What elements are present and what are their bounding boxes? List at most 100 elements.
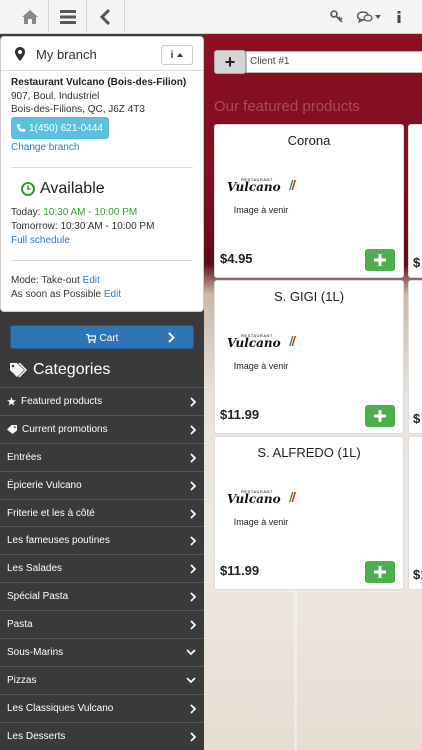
tags-icon [10, 362, 27, 378]
product-card[interactable]: S. GIGI (1L) RESTAURANT Vulcano Image à … [214, 280, 404, 434]
chat-bubbles-icon [357, 11, 373, 23]
chevron-right-icon [190, 425, 196, 435]
info-button[interactable] [392, 0, 406, 34]
shopping-cart-icon [85, 333, 96, 343]
category-pizzas[interactable]: Pizzas [0, 665, 204, 694]
today-hours: Today: 10:30 AM - 10:00 PM [11, 207, 138, 218]
restaurant-logo: RESTAURANT Vulcano [227, 489, 297, 511]
restaurant-name: Restaurant Vulcano (Bois-des-Filion) [11, 77, 187, 88]
branch-header: My branch i [1, 37, 203, 71]
home-icon [21, 10, 38, 24]
plus-icon [374, 566, 386, 578]
availability-status: Available [40, 180, 105, 197]
product-name: S. GIGI (1L) [273, 289, 345, 304]
category-salades[interactable]: Les Salades [0, 554, 204, 582]
address-line-1: 907, Boul. Industriel [11, 91, 100, 102]
edit-mode-link[interactable]: Edit [83, 275, 100, 286]
chevron-right-icon [168, 332, 175, 343]
branch-panel: My branch i Restaurant Vulcano (Bois-des… [0, 36, 204, 312]
star-icon [7, 396, 16, 406]
cart-label: Cart [99, 332, 119, 344]
chevron-right-icon [190, 732, 196, 742]
phone-icon [17, 124, 26, 132]
top-bar [0, 0, 422, 34]
category-desserts[interactable]: Les Desserts [0, 721, 204, 750]
hamburger-menu-icon [59, 10, 76, 24]
add-to-cart-button[interactable] [365, 249, 395, 271]
restaurant-logo: RESTAURANT Vulcano [227, 177, 297, 199]
tomorrow-hours: Tomorrow: 10:30 AM - 10:00 PM [11, 221, 155, 232]
category-special-pasta[interactable]: Spécial Pasta [0, 582, 204, 610]
phone-button[interactable]: 1(450) 621-0444 [11, 117, 109, 139]
chevron-left-icon [99, 9, 110, 25]
caret-down-icon [375, 15, 381, 19]
chevron-right-icon [190, 397, 196, 407]
divider [11, 260, 193, 261]
product-card-partial[interactable]: $1 [408, 436, 422, 590]
categories-list: Featured products Current promotions Ent… [0, 387, 204, 750]
main-content: + Client #1 Our featured products Corona… [204, 34, 422, 750]
divider [11, 167, 193, 168]
chat-button[interactable] [355, 0, 383, 34]
product-price: $4.95 [220, 251, 253, 266]
client-selector: + Client #1 [214, 50, 422, 74]
product-card-partial[interactable]: $ [408, 280, 422, 434]
client-input[interactable]: Client #1 [246, 51, 422, 73]
branch-title: My branch [36, 47, 97, 62]
order-mode: Mode: Take-out Edit [11, 275, 100, 286]
product-card[interactable]: Corona RESTAURANT Vulcano Image à venir … [214, 124, 404, 278]
full-schedule-link[interactable]: Full schedule [11, 235, 70, 246]
chevron-down-icon [186, 649, 196, 656]
add-client-button[interactable]: + [214, 50, 246, 74]
plus-icon [374, 254, 386, 266]
edit-time-link[interactable]: Edit [104, 289, 121, 300]
category-sous-marins[interactable]: Sous-Marins [0, 638, 204, 666]
menu-button[interactable] [49, 0, 87, 34]
back-button[interactable] [87, 0, 125, 34]
featured-heading: Our featured products [214, 98, 360, 115]
address-line-2: Bois-des-Filions, QC, J6Z 4T3 [11, 104, 145, 115]
info-icon [397, 11, 401, 23]
chevron-right-icon [190, 536, 196, 547]
product-price: $11.99 [220, 563, 260, 578]
category-pasta[interactable]: Pasta [0, 610, 204, 638]
chevron-right-icon [190, 564, 196, 574]
chevron-right-icon [190, 620, 196, 630]
chevron-right-icon [190, 508, 196, 519]
key-icon [330, 10, 343, 23]
chevron-right-icon [190, 453, 196, 463]
home-button[interactable] [11, 0, 49, 34]
product-card-partial[interactable]: $ [408, 124, 422, 278]
map-marker-icon [15, 47, 25, 61]
order-time: As soon as Possible Edit [11, 289, 122, 300]
clock-icon [21, 182, 35, 196]
tag-icon [7, 424, 17, 434]
restaurant-logo: RESTAURANT Vulcano [227, 333, 297, 355]
chevron-right-icon [190, 592, 196, 602]
add-to-cart-button[interactable] [365, 561, 395, 583]
chevron-down-icon [186, 677, 196, 683]
product-image: RESTAURANT Vulcano Image à venir [225, 481, 297, 551]
category-poutines[interactable]: Les fameuses poutines [0, 526, 204, 554]
add-to-cart-button[interactable] [365, 405, 395, 427]
chevron-right-icon [190, 704, 196, 714]
caret-up-icon [177, 53, 184, 57]
cart-button[interactable]: Cart [10, 325, 194, 349]
category-epicerie-vulcano[interactable]: Épicerie Vulcano [0, 470, 204, 499]
category-entrees[interactable]: Entrées [0, 442, 204, 471]
product-name: Corona [287, 133, 331, 148]
product-name: S. ALFREDO (1L) [257, 445, 361, 460]
category-featured-products[interactable]: Featured products [0, 387, 204, 415]
product-price: $11.99 [220, 407, 260, 422]
chevron-right-icon [190, 481, 196, 491]
category-current-promotions[interactable]: Current promotions [0, 414, 204, 443]
product-image: RESTAURANT Vulcano Image à venir [225, 325, 297, 395]
categories-heading: Categories [10, 361, 110, 379]
key-button[interactable] [328, 0, 346, 34]
product-card[interactable]: S. ALFREDO (1L) RESTAURANT Vulcano Image… [214, 436, 404, 590]
category-friterie[interactable]: Friterie et les à côté [0, 498, 204, 527]
category-classiques-vulcano[interactable]: Les Classiques Vulcano [0, 693, 204, 722]
plus-icon [374, 410, 386, 422]
change-branch-link[interactable]: Change branch [11, 142, 79, 153]
branch-info-dropdown[interactable]: i [161, 45, 193, 65]
